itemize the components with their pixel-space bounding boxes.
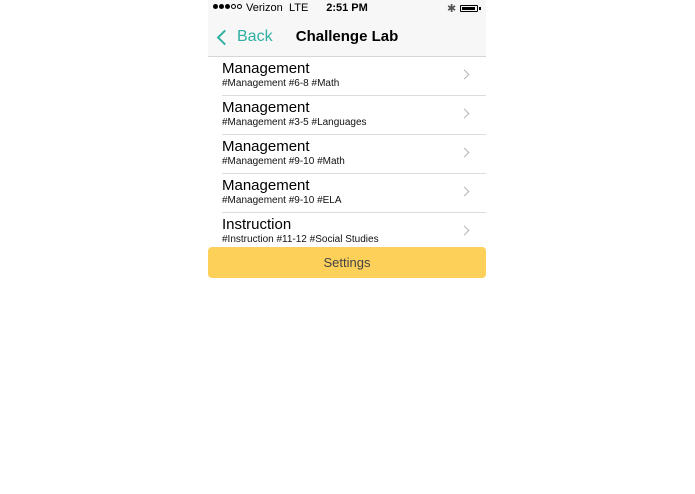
top-bar: Verizon LTE 2:51 PM ✱ Back Challenge Lab: [208, 0, 486, 57]
list-item-tags: #Management #6-8 #Math: [222, 78, 340, 89]
chevron-right-icon: [459, 69, 470, 80]
page-title: Challenge Lab: [295, 28, 399, 45]
list-item[interactable]: Management #Management #6-8 #Math: [222, 57, 486, 96]
status-bar: Verizon LTE 2:51 PM ✱: [208, 0, 486, 18]
list-item[interactable]: Management #Management #3-5 #Languages: [222, 96, 486, 135]
bluetooth-icon: ✱: [447, 3, 457, 15]
list-item-tags: #Management #9-10 #ELA: [222, 195, 342, 206]
battery-icon: [460, 5, 478, 12]
chevron-right-icon: [459, 225, 470, 236]
status-time: 2:51 PM: [326, 2, 368, 14]
list-item-tags: #Management #9-10 #Math: [222, 156, 345, 167]
list-item-title: Management: [222, 60, 310, 77]
battery-tip: [479, 7, 481, 10]
phone-screen: Verizon LTE 2:51 PM ✱ Back Challenge Lab…: [208, 0, 486, 494]
settings-button[interactable]: Settings: [208, 247, 486, 278]
list-item-title: Management: [222, 99, 310, 116]
list-item-tags: #Instruction #11-12 #Social Studies: [222, 234, 379, 245]
settings-label: Settings: [323, 255, 371, 270]
list-item[interactable]: Management #Management #9-10 #Math: [222, 135, 486, 174]
list-item[interactable]: Management #Management #9-10 #ELA: [222, 174, 486, 213]
list-item-tags: #Management #3-5 #Languages: [222, 117, 367, 128]
battery-level: [462, 7, 475, 10]
list-item-title: Management: [222, 138, 310, 155]
chevron-right-icon: [459, 108, 470, 119]
list-item-title: Instruction: [222, 216, 292, 233]
chevron-right-icon: [459, 147, 470, 158]
chevron-right-icon: [459, 186, 470, 197]
list-item-title: Management: [222, 177, 310, 194]
challenge-list: Management #Management #6-8 #Math Manageme…: [208, 57, 486, 252]
